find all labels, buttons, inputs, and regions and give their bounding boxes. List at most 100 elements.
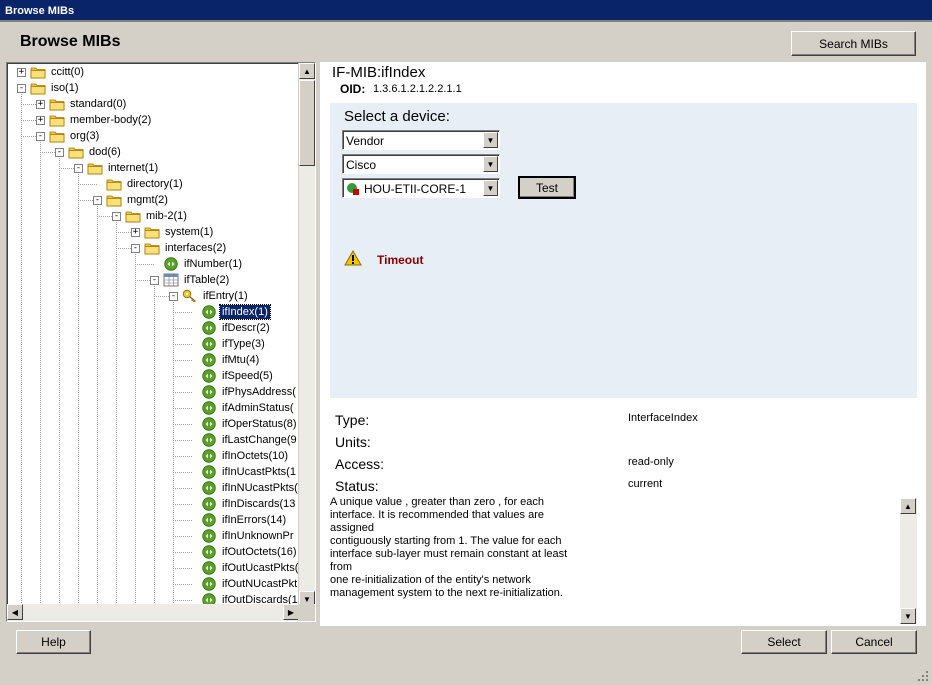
tree-node[interactable]: + ccitt(0) [17,64,86,80]
tree-node-label[interactable]: mib-2(1) [144,209,189,223]
vendor-select[interactable]: Vendor ▼ [342,130,500,150]
device-select[interactable]: HOU-ETII-CORE-1 ▼ [342,178,500,198]
tree-node-label[interactable]: org(3) [68,129,101,143]
tree-vertical-scrollbar[interactable]: ▲ ▼ [298,63,315,607]
tree-node[interactable]: ifInNUcastPkts( [188,480,299,496]
tree-node[interactable]: ifInUcastPkts(1 [188,464,298,480]
tree-node-label[interactable]: ifLastChange(9 [220,433,299,447]
scroll-up-button[interactable]: ▲ [299,63,315,79]
scroll-left-button[interactable]: ◀ [7,604,23,620]
tree-horizontal-scrollbar[interactable]: ◀ ▶ [7,604,299,621]
tree-node-label[interactable]: ifInDiscards(13 [220,497,297,511]
tree-node[interactable]: ifOutUcastPkts( [188,560,299,576]
collapse-icon[interactable]: - [17,83,26,93]
tree-node-label[interactable]: directory(1) [125,177,185,191]
tree-node-label[interactable]: ifPhysAddress( [220,385,298,399]
test-button[interactable]: Test [518,176,576,199]
tree-node-label[interactable]: ifOperStatus(8) [220,417,299,431]
tree-node-label[interactable]: ifOutUcastPkts( [220,561,299,575]
cancel-button[interactable]: Cancel [831,630,917,654]
collapse-icon[interactable]: - [36,131,45,141]
tree-node-label[interactable]: ifSpeed(5) [220,369,275,383]
tree-node-label[interactable]: ccitt(0) [49,65,86,79]
tree-node[interactable]: - ifEntry(1) [169,288,250,304]
tree-node[interactable]: - ifTable(2) [150,272,231,288]
tree-node[interactable]: ifOperStatus(8) [188,416,299,432]
tree-node-label[interactable]: iso(1) [49,81,81,95]
tree-node-label[interactable]: dod(6) [87,145,123,159]
expand-icon[interactable]: + [131,227,140,237]
expand-icon[interactable]: + [36,115,45,125]
tree-node[interactable]: - mib-2(1) [112,208,189,224]
tree-node-label[interactable]: ifNumber(1) [182,257,244,271]
tree-node[interactable]: ifInOctets(10) [188,448,290,464]
scroll-thumb[interactable] [299,80,315,166]
tree-node-label[interactable]: ifInErrors(14) [220,513,288,527]
tree-node-label[interactable]: ifOutOctets(16) [220,545,299,559]
tree-node[interactable]: ifMtu(4) [188,352,261,368]
tree-node-label[interactable]: ifInUnknownPr [220,529,296,543]
tree-node-label[interactable]: mgmt(2) [125,193,170,207]
tree-node[interactable]: ifLastChange(9 [188,432,299,448]
tree-node-label[interactable]: ifType(3) [220,337,267,351]
tree-node[interactable]: + system(1) [131,224,215,240]
search-mibs-button[interactable]: Search MIBs [791,31,916,56]
tree-node[interactable]: ifPhysAddress( [188,384,298,400]
scroll-down-button[interactable]: ▼ [900,608,916,624]
tree-node[interactable]: - internet(1) [74,160,160,176]
collapse-icon[interactable]: - [74,163,83,173]
tree-node[interactable]: ifOutNUcastPkt [188,576,299,592]
chevron-down-icon[interactable]: ▼ [483,156,498,172]
collapse-icon[interactable]: - [169,291,178,301]
tree-node[interactable]: + standard(0) [36,96,128,112]
collapse-icon[interactable]: - [93,195,102,205]
mib-tree[interactable]: + ccitt(0) - iso(1) + standard(0) + member-body… [7,63,299,607]
tree-node-label[interactable]: ifInUcastPkts(1 [220,465,298,479]
tree-node-label[interactable]: ifInNUcastPkts( [220,481,299,495]
select-button[interactable]: Select [741,630,827,654]
vendor-name-select[interactable]: Cisco ▼ [342,154,500,174]
tree-node[interactable]: ifAdminStatus( [188,400,296,416]
tree-node[interactable]: ifDescr(2) [188,320,272,336]
tree-node[interactable]: - dod(6) [55,144,123,160]
collapse-icon[interactable]: - [131,243,140,253]
collapse-icon[interactable]: - [112,211,121,221]
tree-node-label[interactable]: ifTable(2) [182,273,231,287]
tree-node-label[interactable]: ifEntry(1) [201,289,250,303]
tree-node[interactable]: ifNumber(1) [150,256,244,272]
tree-node[interactable]: ifInUnknownPr [188,528,296,544]
tree-node[interactable]: - iso(1) [17,80,81,96]
tree-node[interactable]: ifSpeed(5) [188,368,275,384]
expand-icon[interactable]: + [17,67,26,77]
tree-node-label[interactable]: standard(0) [68,97,128,111]
tree-node-label[interactable]: ifMtu(4) [220,353,261,367]
tree-node[interactable]: directory(1) [93,176,185,192]
tree-node[interactable]: - interfaces(2) [131,240,228,256]
tree-node[interactable]: - org(3) [36,128,101,144]
tree-node-label[interactable]: member-body(2) [68,113,153,127]
tree-node-label[interactable]: ifDescr(2) [220,321,272,335]
collapse-icon[interactable]: - [55,147,64,157]
scroll-right-button[interactable]: ▶ [283,604,299,620]
collapse-icon[interactable]: - [150,275,159,285]
tree-node-label[interactable]: ifAdminStatus( [220,401,296,415]
mib-tree-panel[interactable]: + ccitt(0) - iso(1) + standard(0) + member-body… [6,62,316,622]
chevron-down-icon[interactable]: ▼ [483,132,498,148]
tree-node-label[interactable]: ifInOctets(10) [220,449,290,463]
tree-node-label[interactable]: ifIndex(1) [219,304,271,320]
description-scrollbar[interactable]: ▲ ▼ [900,498,917,624]
tree-node-label[interactable]: system(1) [163,225,215,239]
tree-node-label[interactable]: interfaces(2) [163,241,228,255]
tree-node[interactable]: ifIndex(1) [188,304,271,320]
tree-node[interactable]: ifInDiscards(13 [188,496,297,512]
tree-node[interactable]: - mgmt(2) [93,192,170,208]
scroll-up-button[interactable]: ▲ [900,498,916,514]
description-area[interactable]: A unique value , greater than zero , for… [330,496,910,622]
tree-node[interactable]: ifType(3) [188,336,267,352]
tree-node[interactable]: ifOutOctets(16) [188,544,299,560]
expand-icon[interactable]: + [36,99,45,109]
tree-node[interactable]: ifInErrors(14) [188,512,288,528]
chevron-down-icon[interactable]: ▼ [483,180,498,196]
tree-node[interactable]: + member-body(2) [36,112,153,128]
tree-node-label[interactable]: ifOutNUcastPkt [220,577,299,591]
